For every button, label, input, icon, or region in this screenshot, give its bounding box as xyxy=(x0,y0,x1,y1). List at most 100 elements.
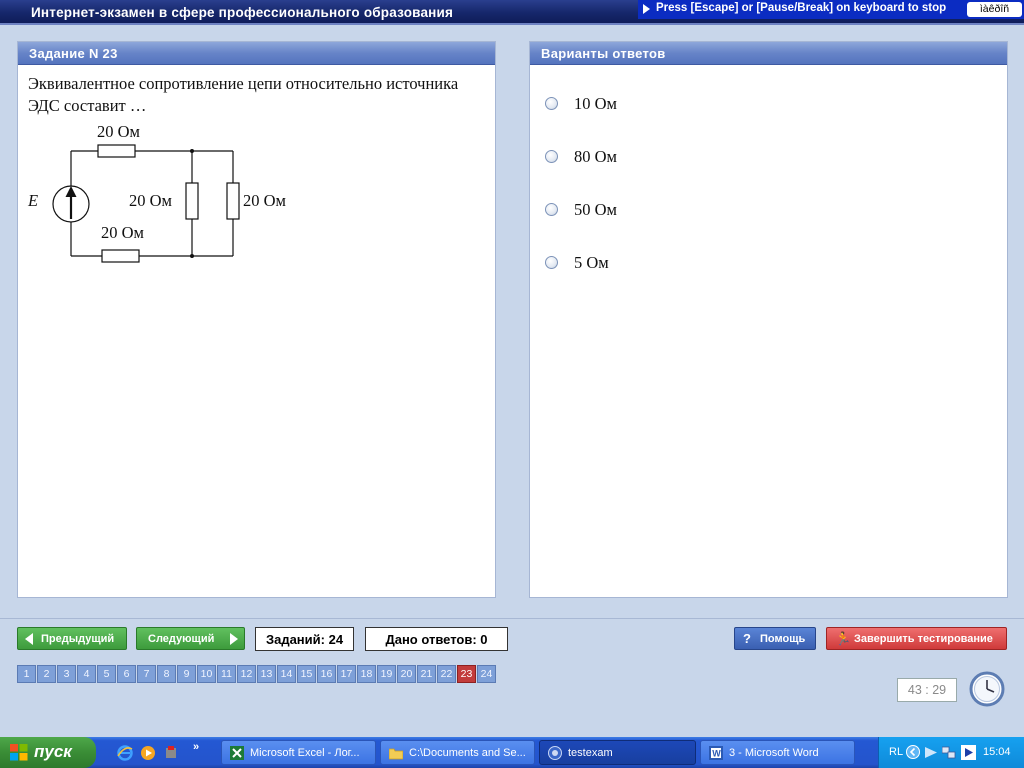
answer-label: 80 Ом xyxy=(574,147,617,166)
page-button-13[interactable]: 13 xyxy=(257,665,276,683)
taskbar-window-label: Microsoft Excel - Лог... xyxy=(250,747,360,759)
help-button[interactable]: ? Помощь xyxy=(734,627,816,650)
start-label: пуск xyxy=(34,742,72,761)
language-indicator[interactable]: ìàêðîñ xyxy=(967,2,1022,17)
circuit-diagram: E 20 Ом 20 Ом 20 Ом 20 Ом xyxy=(27,122,287,263)
timer-display: 43 : 29 xyxy=(897,678,957,702)
svg-text:W: W xyxy=(712,749,721,759)
tray-language[interactable]: RL xyxy=(889,746,903,758)
taskbar-window-label: C:\Documents and Se... xyxy=(409,747,526,759)
resistor-middle-label: 20 Ом xyxy=(129,191,173,210)
media-icon[interactable] xyxy=(961,745,976,760)
page-button-11[interactable]: 11 xyxy=(217,665,236,683)
page-button-15[interactable]: 15 xyxy=(297,665,316,683)
quick-launch-more[interactable]: » xyxy=(193,741,199,753)
page-button-24[interactable]: 24 xyxy=(477,665,496,683)
arrow-left-icon xyxy=(25,633,33,645)
radio-button[interactable] xyxy=(545,97,558,110)
taskbar-window-label: 3 - Microsoft Word xyxy=(729,747,819,759)
ie-icon[interactable] xyxy=(117,745,133,761)
previous-button[interactable]: Предыдущий xyxy=(17,627,127,650)
source-label: E xyxy=(27,191,38,210)
page-button-23[interactable]: 23 xyxy=(457,665,476,683)
page-button-21[interactable]: 21 xyxy=(417,665,436,683)
answer-label: 50 Ом xyxy=(574,200,617,219)
taskbar-window-testexam[interactable]: testexam xyxy=(539,740,696,765)
help-label: Помощь xyxy=(760,633,806,645)
answer-label: 10 Ом xyxy=(574,94,617,113)
tray-clock: 15:04 xyxy=(983,746,1011,758)
page-button-12[interactable]: 12 xyxy=(237,665,256,683)
system-tray: RL 15:04 xyxy=(878,737,1024,768)
escape-hint-text: Press [Escape] or [Pause/Break] on keybo… xyxy=(656,2,947,14)
play-icon[interactable] xyxy=(924,746,938,759)
page-button-19[interactable]: 19 xyxy=(377,665,396,683)
runner-icon: 🏃 xyxy=(835,631,852,646)
answers-header: Варианты ответов xyxy=(530,42,1007,65)
resistor-right xyxy=(226,182,240,220)
page-button-20[interactable]: 20 xyxy=(397,665,416,683)
page-button-3[interactable]: 3 xyxy=(57,665,76,683)
next-button[interactable]: Следующий xyxy=(136,627,245,650)
word-icon: W xyxy=(709,746,723,760)
page-button-22[interactable]: 22 xyxy=(437,665,456,683)
page-button-17[interactable]: 17 xyxy=(337,665,356,683)
taskbar-window-word[interactable]: W 3 - Microsoft Word xyxy=(700,740,855,765)
answers-panel: Варианты ответов 10 Ом 80 Ом 50 Ом 5 Ом xyxy=(529,41,1008,598)
app-icon[interactable] xyxy=(163,745,179,761)
play-arrow-icon xyxy=(643,4,650,14)
windows-flag-icon xyxy=(10,744,28,761)
resistor-bottom-label: 20 Ом xyxy=(101,223,145,242)
resistor-top-label: 20 Ом xyxy=(97,122,141,141)
page-button-14[interactable]: 14 xyxy=(277,665,296,683)
task-header: Задание N 23 xyxy=(18,42,495,65)
folder-icon xyxy=(389,748,403,760)
page-button-4[interactable]: 4 xyxy=(77,665,96,683)
clock-icon xyxy=(969,671,1005,707)
start-button[interactable]: пуск xyxy=(0,737,96,768)
page-button-7[interactable]: 7 xyxy=(137,665,156,683)
media-player-icon[interactable] xyxy=(140,745,156,761)
app-title: Интернет-экзамен в сфере профессионально… xyxy=(31,5,454,20)
page-button-5[interactable]: 5 xyxy=(97,665,116,683)
page-button-9[interactable]: 9 xyxy=(177,665,196,683)
junction-bottom xyxy=(190,254,194,258)
title-bar: Интернет-экзамен в сфере профессионально… xyxy=(0,0,1024,25)
chevron-left-icon[interactable] xyxy=(906,745,920,759)
excel-icon xyxy=(230,746,244,760)
taskbar-window-explorer[interactable]: C:\Documents and Se... xyxy=(380,740,535,765)
page-button-6[interactable]: 6 xyxy=(117,665,136,683)
junction-top xyxy=(190,149,194,153)
finish-label: Завершить тестирование xyxy=(854,633,993,645)
escape-hint-bar: Press [Escape] or [Pause/Break] on keybo… xyxy=(638,0,1024,19)
page-button-16[interactable]: 16 xyxy=(317,665,336,683)
radio-button[interactable] xyxy=(545,203,558,216)
bottom-separator xyxy=(0,618,1024,619)
page-button-18[interactable]: 18 xyxy=(357,665,376,683)
arrow-right-icon xyxy=(230,633,238,645)
page-button-10[interactable]: 10 xyxy=(197,665,216,683)
page-button-1[interactable]: 1 xyxy=(17,665,36,683)
task-panel: Задание N 23 Эквивалентное сопротивление… xyxy=(17,41,496,598)
answers-given-count: Дано ответов: 0 xyxy=(365,627,508,651)
next-label: Следующий xyxy=(148,633,215,645)
taskbar-window-label: testexam xyxy=(568,747,613,759)
finish-test-button[interactable]: 🏃 Завершить тестирование xyxy=(826,627,1007,650)
radio-button[interactable] xyxy=(545,150,558,163)
question-mark-icon: ? xyxy=(743,631,751,646)
testexam-icon xyxy=(548,746,562,760)
resistor-bottom xyxy=(101,249,140,263)
answer-label: 5 Ом xyxy=(574,253,609,272)
taskbar-window-excel[interactable]: Microsoft Excel - Лог... xyxy=(221,740,376,765)
taskbar: пуск » Microsoft Excel - Лог... C:\Docum… xyxy=(0,737,1024,768)
source-arrow-icon xyxy=(65,186,77,197)
previous-label: Предыдущий xyxy=(41,633,115,645)
resistor-middle xyxy=(185,182,199,220)
radio-button[interactable] xyxy=(545,256,558,269)
resistor-right-label: 20 Ом xyxy=(243,191,287,210)
network-icon[interactable] xyxy=(942,746,956,759)
tasks-count: Заданий: 24 xyxy=(255,627,354,651)
question-text: Эквивалентное сопротивление цепи относит… xyxy=(28,74,459,115)
page-button-2[interactable]: 2 xyxy=(37,665,56,683)
page-button-8[interactable]: 8 xyxy=(157,665,176,683)
